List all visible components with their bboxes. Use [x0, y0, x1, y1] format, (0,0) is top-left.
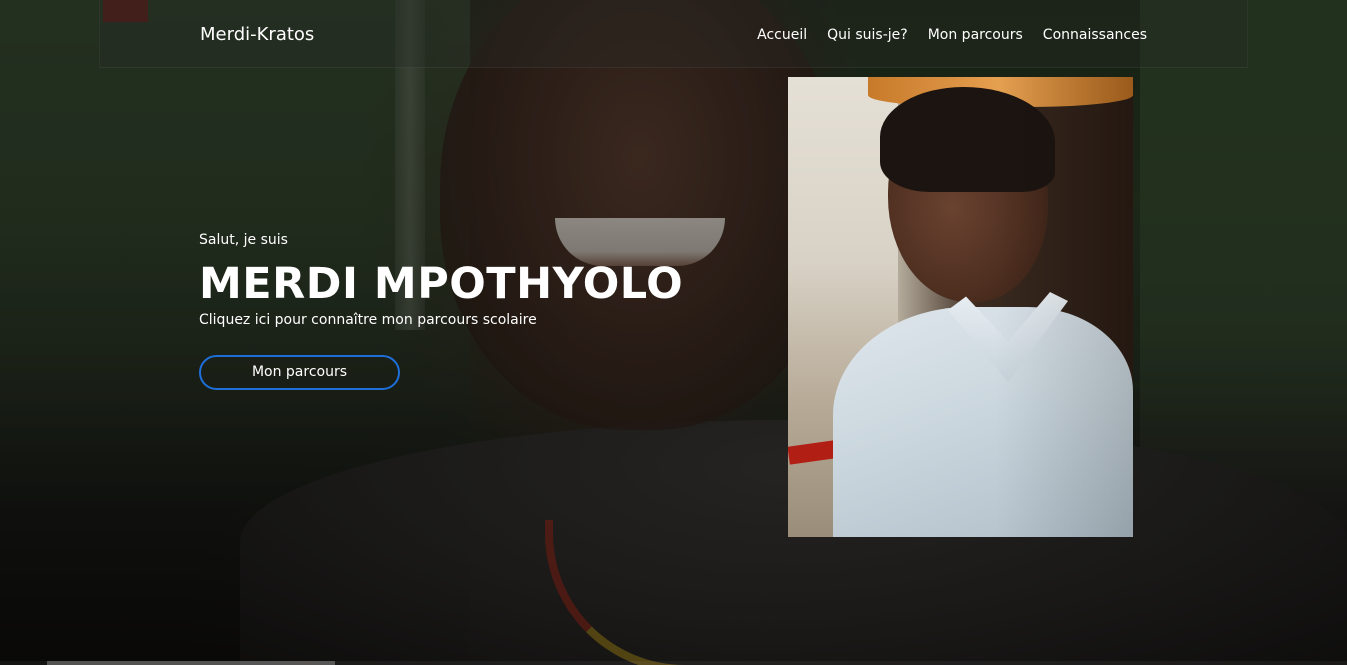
nav-item-qui-suis-je: Qui suis-je?	[827, 24, 908, 45]
nav-links: Accueil Qui suis-je? Mon parcours Connai…	[757, 24, 1147, 45]
nav-item-accueil: Accueil	[757, 24, 807, 45]
top-navbar: Merdi-Kratos Accueil Qui suis-je? Mon pa…	[99, 0, 1248, 68]
hero-background-photo	[0, 0, 1347, 665]
scrollbar-thumb[interactable]	[47, 661, 335, 665]
nav-item-connaissances: Connaissances	[1043, 24, 1147, 45]
portrait-shade	[788, 77, 1133, 537]
nav-link-mon-parcours[interactable]: Mon parcours	[928, 27, 1023, 43]
hero-tagline: Cliquez ici pour connaître mon parcours …	[199, 312, 537, 328]
hero-greeting: Salut, je suis	[199, 232, 288, 248]
hero-dark-overlay	[0, 0, 1347, 665]
brand-logo-link[interactable]: Merdi-Kratos	[200, 23, 314, 47]
nav-link-accueil[interactable]: Accueil	[757, 27, 807, 43]
nav-link-qui-suis-je[interactable]: Qui suis-je?	[827, 27, 908, 43]
hero-intro: Salut, je suis MERDI MPOTHYOLO Cliquez i…	[199, 230, 683, 330]
mon-parcours-button[interactable]: Mon parcours	[199, 355, 400, 390]
nav-item-mon-parcours: Mon parcours	[928, 24, 1023, 45]
nav-link-connaissances[interactable]: Connaissances	[1043, 27, 1147, 43]
hero-name-heading: MERDI MPOTHYOLO	[199, 259, 684, 309]
horizontal-scrollbar[interactable]	[0, 661, 1347, 665]
portrait-photo	[788, 77, 1133, 537]
